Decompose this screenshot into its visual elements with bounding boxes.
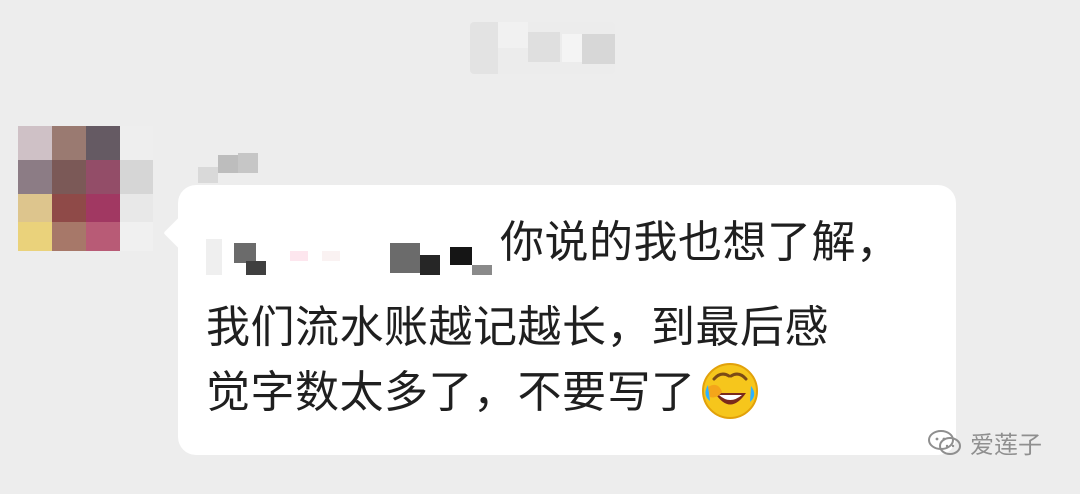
blurred-mention [206, 207, 496, 275]
wechat-icon [928, 429, 962, 457]
blurred-timestamp [470, 22, 615, 74]
message-bubble[interactable]: 你说的我也想了解， 我们流水账越记越长，到最后感 觉字数太多了，不要写了 [178, 185, 956, 455]
message-line-1: 你说的我也想了解， [500, 217, 901, 268]
message-line-3: 觉字数太多了，不要写了 [206, 363, 760, 425]
watermark: 爱莲子 [928, 425, 1042, 460]
message-line-3-text: 觉字数太多了，不要写了 [206, 367, 696, 418]
chat-screen: 你说的我也想了解， 我们流水账越记越长，到最后感 觉字数太多了，不要写了 爱莲子 [0, 0, 1080, 494]
sender-avatar[interactable] [18, 126, 153, 251]
watermark-text: 爱莲子 [970, 431, 1042, 459]
rofl-emoji-icon [700, 361, 760, 421]
blurred-sender-name [198, 143, 258, 184]
message-line-2: 我们流水账越记越长，到最后感 [206, 302, 829, 353]
